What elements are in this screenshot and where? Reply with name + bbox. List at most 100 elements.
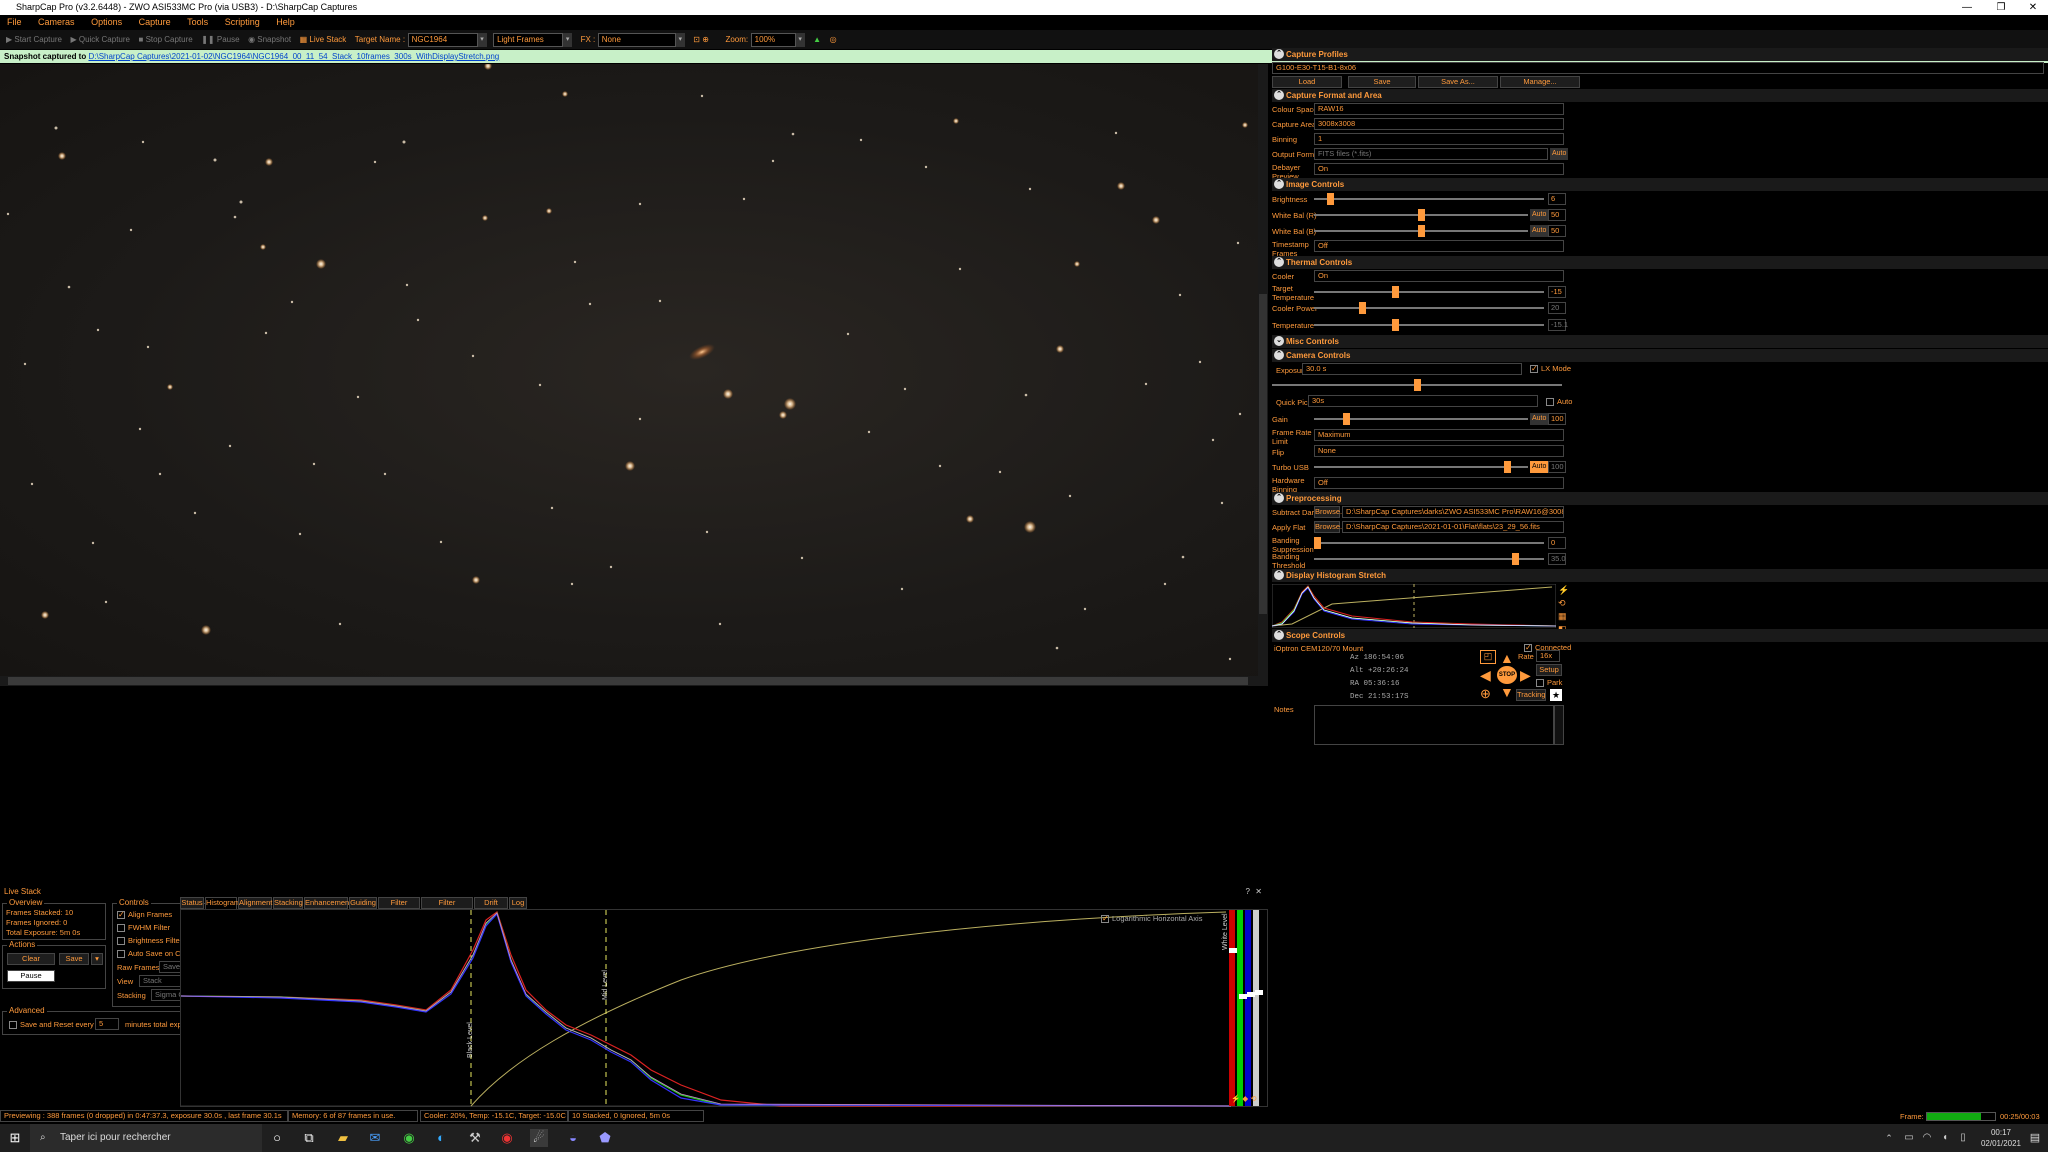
turbo-usb-slider[interactable]	[1314, 461, 1528, 473]
load-profile-button[interactable]: Load	[1272, 76, 1342, 88]
save-button[interactable]: Save	[59, 953, 89, 965]
tab-alignment[interactable]: Alignment	[238, 897, 272, 909]
tab-filter-brightness[interactable]: Filter (Brightness)	[421, 897, 473, 917]
target-temperature-value[interactable]: -15	[1548, 286, 1566, 298]
banding-suppression-slider[interactable]	[1314, 537, 1544, 549]
notes-scrollbar[interactable]	[1554, 705, 1564, 745]
record-app-icon[interactable]: ◉	[498, 1129, 516, 1147]
capture-profiles-header[interactable]: ⌃ Capture Profiles	[1272, 48, 2048, 61]
menu-help[interactable]: Help	[269, 15, 302, 30]
quick-picks-auto[interactable]: Auto	[1546, 397, 1572, 407]
fx-select[interactable]: None	[597, 32, 676, 47]
collapse-icon[interactable]: ⌃	[1274, 179, 1284, 189]
white-bal-r-slider[interactable]	[1314, 209, 1528, 221]
browse-flat-button[interactable]: Browse...	[1314, 521, 1346, 533]
apply-flat-select[interactable]: D:\SharpCap Captures\2021-01-01\Flat\fla…	[1342, 521, 1564, 533]
vertical-scrollbar[interactable]	[1258, 64, 1268, 676]
chevron-down-icon[interactable]: ▾	[563, 32, 573, 47]
exposure-slider[interactable]	[1272, 379, 1562, 391]
checkbox-icon[interactable]	[1524, 643, 1532, 653]
log-axis-checkbox[interactable]: Logarithmic Horizontal Axis	[1101, 914, 1202, 924]
chrome-icon[interactable]: ◉	[400, 1129, 418, 1147]
thermal-controls-header[interactable]: ⌃ Thermal Controls	[1272, 256, 2048, 269]
expand-icon[interactable]: ⌄	[1274, 336, 1284, 346]
stop-button[interactable]: STOP	[1497, 666, 1517, 684]
histogram-icon[interactable]: ▲	[813, 30, 821, 49]
browse-dark-button[interactable]: Browse...	[1314, 506, 1346, 518]
tab-status[interactable]: Status	[180, 897, 204, 909]
notifications-icon[interactable]: ▤	[2026, 1129, 2044, 1147]
tracking-button[interactable]: Tracking	[1516, 689, 1546, 701]
binning-select[interactable]: 1	[1314, 133, 1564, 145]
target-temperature-slider[interactable]	[1314, 286, 1544, 298]
lx-mode-checkbox[interactable]: LX Mode	[1530, 364, 1571, 374]
live-stack-button[interactable]: ▦ Live Stack	[300, 30, 347, 49]
scope-controls-header[interactable]: ⌃ Scope Controls	[1272, 629, 2048, 642]
tab-guiding[interactable]: Guiding	[349, 897, 377, 909]
slider-knob[interactable]	[1392, 286, 1399, 298]
menu-cameras[interactable]: Cameras	[31, 15, 82, 30]
turbo-usb-value[interactable]: 100	[1548, 461, 1566, 473]
app-icon[interactable]: ⚒	[466, 1129, 484, 1147]
white-bal-r-value[interactable]: 50	[1548, 209, 1566, 221]
collapse-icon[interactable]: ⌃	[1274, 49, 1284, 59]
menu-scripting[interactable]: Scripting	[218, 15, 267, 30]
capture-format-header[interactable]: ⌃ Capture Format and Area	[1272, 89, 2048, 102]
checkbox-icon[interactable]	[1536, 679, 1544, 688]
checkbox-icon[interactable]	[9, 1021, 17, 1030]
chevron-down-icon[interactable]: ▾	[477, 32, 487, 47]
checkbox-icon[interactable]	[117, 950, 125, 959]
colour-space-select[interactable]: RAW16	[1314, 103, 1564, 115]
crosshair-icon[interactable]: ⊡ ⊕	[693, 30, 709, 49]
file-explorer-icon[interactable]: ▰	[334, 1129, 352, 1147]
banding-suppression-value[interactable]: 0	[1548, 537, 1566, 549]
star-icon[interactable]: ★	[1550, 689, 1562, 701]
hardware-binning-select[interactable]: Off	[1314, 477, 1564, 489]
slider-knob[interactable]	[1343, 413, 1350, 425]
mail-icon[interactable]: ✉	[366, 1129, 384, 1147]
park-checkbox[interactable]: Park	[1536, 678, 1562, 688]
shield-icon[interactable]: ⬟	[596, 1129, 614, 1147]
menu-capture[interactable]: Capture	[132, 15, 178, 30]
brightness-filter-checkbox[interactable]: Brightness Filter	[117, 936, 182, 946]
banding-threshold-slider[interactable]	[1314, 553, 1544, 565]
chevron-down-icon[interactable]: ▾	[91, 953, 103, 965]
image-viewport[interactable]	[0, 64, 1258, 676]
menu-tools[interactable]: Tools	[180, 15, 215, 30]
banding-threshold-value[interactable]: 35.0	[1548, 553, 1566, 565]
spiral-search-icon[interactable]: ◰	[1480, 650, 1496, 664]
collapse-icon[interactable]: ⌃	[1274, 630, 1284, 640]
move-west-button[interactable]: ◀	[1480, 667, 1491, 684]
horizontal-scrollbar[interactable]	[0, 676, 1268, 686]
wifi-icon[interactable]: ◠	[1918, 1129, 1936, 1147]
exposure-input[interactable]: 30.0 s	[1302, 363, 1522, 375]
timestamp-frames-select[interactable]: Off	[1314, 240, 1564, 252]
white-bal-b-value[interactable]: 50	[1548, 225, 1566, 237]
quick-capture-button[interactable]: ▶ Quick Capture	[70, 30, 130, 49]
align-frames-checkbox[interactable]: Align Frames	[117, 910, 172, 920]
slider-knob[interactable]	[1314, 537, 1321, 549]
image-controls-header[interactable]: ⌃ Image Controls	[1272, 178, 2048, 191]
checkbox-icon[interactable]	[1546, 398, 1554, 407]
preprocessing-header[interactable]: ⌃ Preprocessing	[1272, 492, 2048, 505]
collapse-icon[interactable]: ⌃	[1274, 493, 1284, 503]
checkbox-icon[interactable]	[1530, 364, 1538, 374]
white-bal-r-auto[interactable]: Auto	[1530, 209, 1549, 221]
save-reset-checkbox[interactable]: Save and Reset every	[9, 1020, 94, 1030]
histogram-tool-icons[interactable]: ⚡ ◆ ⟲	[1231, 1094, 1257, 1103]
brightness-slider[interactable]	[1314, 193, 1544, 205]
start-capture-button[interactable]: ▶ Start Capture	[6, 30, 62, 49]
gain-slider[interactable]	[1314, 413, 1528, 425]
slider-knob[interactable]	[1414, 379, 1421, 391]
slider-knob[interactable]	[1327, 193, 1334, 205]
live-stack-histogram[interactable]: Black Level Mid Level White Level Logari…	[180, 909, 1268, 1107]
move-north-button[interactable]: ▲	[1500, 650, 1514, 666]
planetarium-icon[interactable]: ◒	[564, 1129, 582, 1147]
tab-histogram[interactable]: Histogram	[205, 897, 240, 909]
taskbar-clock[interactable]: 00:17 02/01/2021	[1976, 1127, 2026, 1149]
collapse-icon[interactable]: ⌃	[1274, 350, 1284, 360]
collapse-icon[interactable]: ⌃	[1274, 90, 1284, 100]
save-profile-button[interactable]: Save	[1348, 76, 1416, 88]
sharpcap-taskbar-icon[interactable]: ☄	[530, 1129, 548, 1147]
target-icon[interactable]: ◎	[830, 30, 837, 49]
